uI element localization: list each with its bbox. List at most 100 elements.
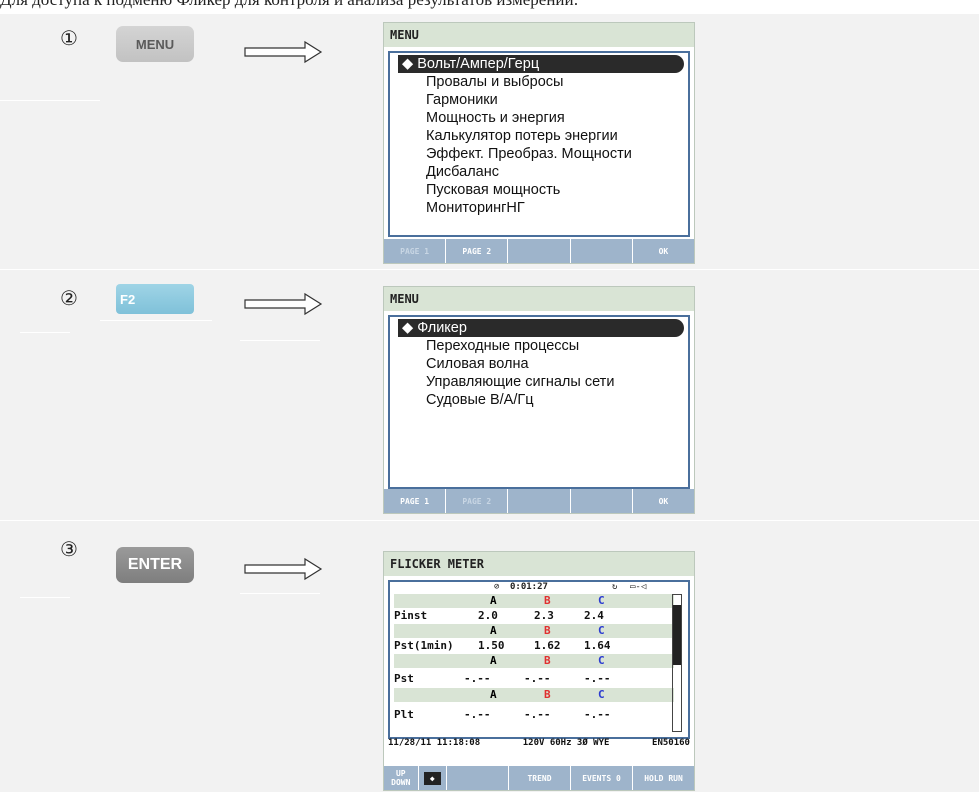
- phase-b-label: B: [544, 624, 551, 637]
- divider: [100, 320, 212, 321]
- value-b: -.--: [524, 708, 551, 721]
- table-row: Pst -.-- -.-- -.--: [394, 672, 674, 686]
- divider: [240, 340, 320, 341]
- up-down-arrow-icon: ◆: [402, 320, 418, 336]
- battery-plug-icon: ▭-◁: [630, 582, 647, 592]
- value-a: 1.50: [478, 639, 505, 652]
- up-down-arrow-icon: ◆: [423, 771, 441, 785]
- menu-key-button[interactable]: MENU: [116, 26, 194, 62]
- table-row: Pinst 2.0 2.3 2.4: [394, 609, 674, 623]
- menu-screen-page1: MENU ◆ Вольт/Ампер/Герц Провалы и выброс…: [383, 22, 695, 264]
- stopwatch-icon: ⊘: [494, 582, 500, 592]
- status-bar: ⊘ 0:01:27 ↻ ▭-◁: [390, 582, 688, 594]
- value-b: 2.3: [534, 609, 554, 622]
- menu-item[interactable]: МониторингНГ: [390, 199, 688, 217]
- fkey-up-down[interactable]: UP DOWN: [384, 766, 419, 790]
- phase-c-label: C: [598, 688, 605, 701]
- fkey-updown-arrow[interactable]: ◆: [419, 766, 447, 790]
- standard: EN50160: [652, 738, 690, 748]
- fkey-empty[interactable]: [508, 239, 571, 263]
- flicker-meter-screen: FLICKER METER ⊘ 0:01:27 ↻ ▭-◁ A B C Pins…: [383, 551, 695, 791]
- fkey-empty[interactable]: [571, 489, 633, 513]
- value-c: 2.4: [584, 609, 604, 622]
- fkey-page2[interactable]: PAGE 2: [446, 239, 509, 263]
- config: 120V 60Hz 3Ø WYE: [522, 738, 610, 748]
- menu-item[interactable]: Провалы и выбросы: [390, 73, 688, 91]
- phase-b-label: B: [544, 654, 551, 667]
- phase-c-label: C: [598, 594, 605, 607]
- fkey-page1[interactable]: PAGE 1: [384, 239, 447, 263]
- value-b: 1.62: [534, 639, 561, 652]
- scrollbar[interactable]: [672, 594, 682, 732]
- flicker-table: ⊘ 0:01:27 ↻ ▭-◁ A B C Pinst 2.0 2.3 2.4 …: [388, 580, 690, 739]
- divider: [240, 593, 320, 594]
- value-a: 2.0: [478, 609, 498, 622]
- up-down-arrow-icon: ◆: [402, 56, 418, 72]
- scrollbar-thumb[interactable]: [673, 605, 681, 665]
- screen-title: FLICKER METER: [384, 552, 694, 576]
- fkey-ok[interactable]: OK: [633, 489, 694, 513]
- menu-item[interactable]: Пусковая мощность: [390, 181, 688, 199]
- menu-item[interactable]: Силовая волна: [390, 355, 688, 373]
- value-c: -.--: [584, 672, 611, 685]
- menu-item-selected[interactable]: ◆ Вольт/Ампер/Герц: [398, 55, 684, 73]
- phase-b-label: B: [544, 688, 551, 701]
- fkey-empty[interactable]: [571, 239, 633, 263]
- value-a: -.--: [464, 708, 491, 721]
- fkey-ok[interactable]: OK: [633, 239, 694, 263]
- screen-title: MENU: [384, 287, 694, 311]
- phase-a-label: A: [490, 688, 497, 701]
- menu-item[interactable]: Управляющие сигналы сети: [390, 373, 688, 391]
- value-c: 1.64: [584, 639, 611, 652]
- fkey-empty[interactable]: [447, 766, 509, 790]
- menu-item[interactable]: Калькулятор потерь энергии: [390, 127, 688, 145]
- function-key-bar: PAGE 1 PAGE 2 OK: [384, 239, 694, 263]
- screen-title: MENU: [384, 23, 694, 47]
- step-number: ③: [60, 537, 78, 561]
- step-number: ②: [60, 286, 78, 310]
- phase-c-label: C: [598, 624, 605, 637]
- menu-item-selected[interactable]: ◆ Фликер: [398, 319, 684, 337]
- menu-item[interactable]: Эффект. Преобраз. Мощности: [390, 145, 688, 163]
- menu-item[interactable]: Дисбаланс: [390, 163, 688, 181]
- phase-c-label: C: [598, 654, 605, 667]
- fkey-events[interactable]: EVENTS 0: [571, 766, 633, 790]
- phase-header: A B C: [394, 594, 674, 608]
- function-key-bar: PAGE 1 PAGE 2 OK: [384, 489, 694, 513]
- divider: [20, 332, 70, 333]
- enter-key-button[interactable]: ENTER: [116, 547, 194, 583]
- value-c: -.--: [584, 708, 611, 721]
- table-row: Pst(1min) 1.50 1.62 1.64: [394, 639, 674, 653]
- menu-list: ◆ Вольт/Ампер/Герц Провалы и выбросы Гар…: [388, 51, 690, 237]
- menu-item[interactable]: Судовые В/А/Гц: [390, 391, 688, 409]
- arrow-right-icon: [244, 292, 323, 316]
- f2-key-button[interactable]: F2: [116, 284, 194, 314]
- menu-screen-page2: MENU ◆ Фликер Переходные процессы Силова…: [383, 286, 695, 514]
- fkey-hold-run[interactable]: HOLD RUN: [633, 766, 694, 790]
- row-label: Pst(1min): [394, 639, 454, 652]
- phase-a-label: A: [490, 594, 497, 607]
- phase-header: A B C: [394, 654, 674, 668]
- phase-a-label: A: [490, 624, 497, 637]
- fkey-page1[interactable]: PAGE 1: [384, 489, 447, 513]
- phase-header: A B C: [394, 688, 674, 702]
- divider: [20, 597, 70, 598]
- value-b: -.--: [524, 672, 551, 685]
- record-icon: ↻: [612, 582, 618, 592]
- elapsed-time: 0:01:27: [510, 582, 548, 592]
- arrow-right-icon: [244, 557, 323, 581]
- fkey-page2[interactable]: PAGE 2: [446, 489, 509, 513]
- datetime: 11/28/11 11:18:08: [388, 738, 481, 748]
- phase-a-label: A: [490, 654, 497, 667]
- row-label: Pinst: [394, 609, 428, 622]
- phase-b-label: B: [544, 594, 551, 607]
- step-number: ①: [60, 26, 78, 50]
- fkey-trend[interactable]: TREND: [509, 766, 571, 790]
- fkey-empty[interactable]: [508, 489, 571, 513]
- menu-item[interactable]: Переходные процессы: [390, 337, 688, 355]
- table-row: Plt -.-- -.-- -.--: [394, 708, 674, 722]
- menu-item[interactable]: Мощность и энергия: [390, 109, 688, 127]
- step-row-3: ③ ENTER FLICKER METER ⊘ 0:01:27 ↻ ▭-◁ A …: [0, 521, 979, 793]
- menu-item[interactable]: Гармоники: [390, 91, 688, 109]
- divider: [0, 100, 100, 101]
